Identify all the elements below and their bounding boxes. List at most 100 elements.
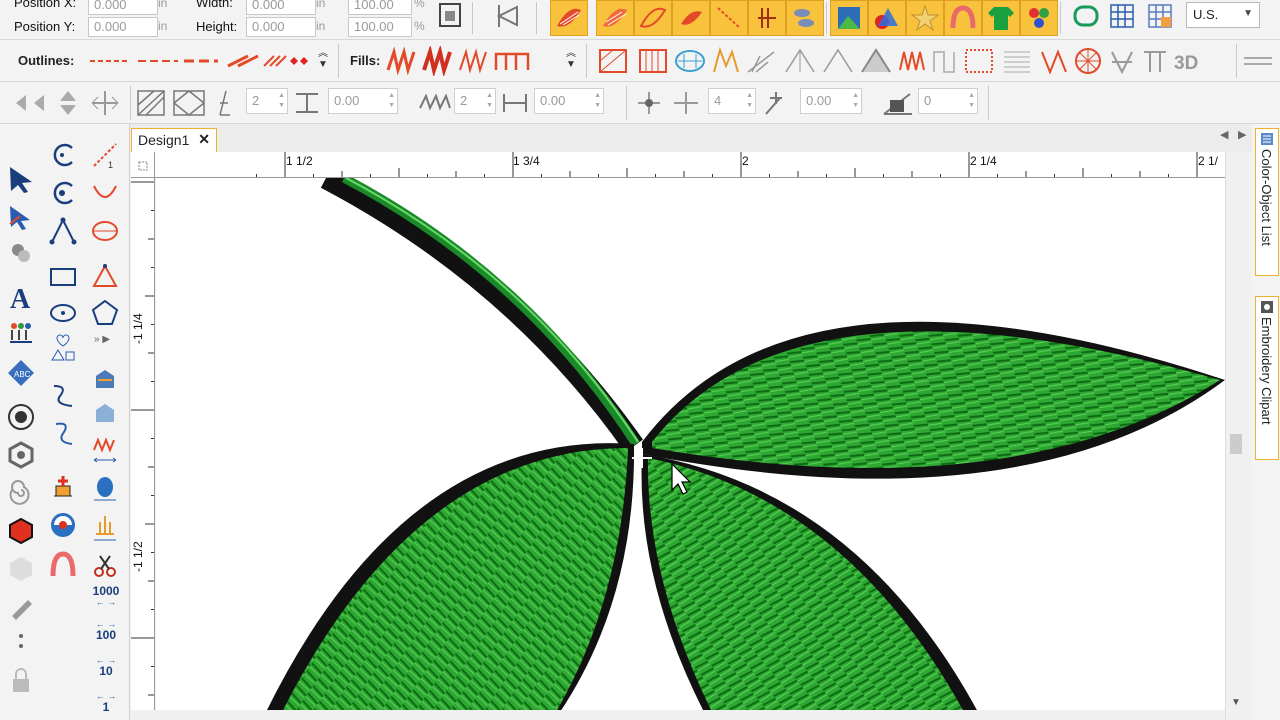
zigzag-stitch-icon[interactable] xyxy=(88,434,122,468)
arc-stitch-icon[interactable] xyxy=(88,176,122,210)
tab-scroll-right-icon[interactable]: ▶ xyxy=(1238,128,1246,141)
fill-styles-icon[interactable] xyxy=(384,46,534,76)
hexagon-outline-icon[interactable] xyxy=(4,438,38,472)
dots-icon[interactable] xyxy=(4,626,38,660)
leaf-outline-icon[interactable] xyxy=(634,0,672,36)
guidelines-icon[interactable] xyxy=(1144,0,1176,32)
node-icons[interactable] xyxy=(634,88,706,118)
select-arrow-icon[interactable] xyxy=(4,162,38,196)
applique-tool-icon[interactable] xyxy=(88,398,122,432)
tab-embroidery-clipart[interactable]: Embroidery Clipart xyxy=(1255,296,1279,460)
hexagon-fill-icon[interactable] xyxy=(4,514,38,548)
freehand-closed-icon[interactable] xyxy=(46,416,80,450)
shapes-icon[interactable] xyxy=(868,0,906,36)
star-icon[interactable] xyxy=(906,0,944,36)
picture-import-icon[interactable] xyxy=(830,0,868,36)
monogram-icon[interactable] xyxy=(4,316,38,350)
scrollbar-thumb[interactable] xyxy=(1230,434,1242,454)
envelope-icons[interactable] xyxy=(134,87,240,119)
width-field[interactable]: 0.000 xyxy=(246,0,316,15)
vertical-scrollbar[interactable]: ▼ xyxy=(1225,152,1245,720)
ellipse-icon[interactable] xyxy=(46,296,80,330)
bezier-curve-icon[interactable] xyxy=(46,138,80,172)
hoop-layout-icon[interactable] xyxy=(46,548,80,582)
color-balls-icon[interactable] xyxy=(1020,0,1058,36)
text-tool-icon[interactable]: A xyxy=(4,280,38,314)
ruler-horizontal-ticks xyxy=(256,152,1198,177)
angle-icon xyxy=(883,93,912,115)
polyline-icon[interactable] xyxy=(46,214,80,248)
satin-fill-icon[interactable] xyxy=(550,0,588,36)
needle-icon[interactable] xyxy=(88,512,122,546)
hexagon-gray-icon[interactable] xyxy=(4,552,38,586)
spiral-icon[interactable] xyxy=(4,476,38,510)
outline-more-icon[interactable]: ︽ ▼ xyxy=(318,44,328,70)
align-icon[interactable] xyxy=(492,0,524,32)
stitch-step-10[interactable]: ← → 10 xyxy=(88,656,124,679)
satin-column-icon[interactable] xyxy=(88,364,122,398)
close-icon[interactable]: ✕ xyxy=(198,131,210,148)
lettering-abc-icon[interactable]: ABC xyxy=(4,356,38,390)
clipart-icon xyxy=(1261,301,1273,313)
ruler-corner[interactable] xyxy=(131,152,155,178)
repeats-spinner[interactable]: 2 ▲ ▼ xyxy=(454,88,496,114)
lines-icon[interactable] xyxy=(1242,54,1274,68)
stitch-step-1000[interactable]: 1000 ← → xyxy=(88,584,124,607)
tatami-fill-icon[interactable] xyxy=(596,0,634,36)
run-stitch-icon[interactable] xyxy=(710,0,748,36)
scroll-down-icon[interactable]: ▼ xyxy=(1231,697,1241,708)
scissors-icon[interactable] xyxy=(88,550,122,584)
height-field[interactable]: 0.000 xyxy=(246,17,316,37)
position-y-field[interactable]: 0.000 xyxy=(88,17,158,37)
bead-icon[interactable] xyxy=(88,472,122,506)
pentagon-stitch-icon[interactable] xyxy=(88,296,122,330)
scale-height-field[interactable]: 100.00 xyxy=(348,17,412,37)
shape-library-icon[interactable] xyxy=(46,332,80,366)
photo-stitch-icon[interactable] xyxy=(46,508,80,542)
polygon-stitch-icon[interactable] xyxy=(88,260,122,294)
pencil-icon[interactable] xyxy=(4,590,38,624)
density-spinner[interactable]: 2 ▲ ▼ xyxy=(246,88,288,114)
units-select[interactable]: U.S. ▼ xyxy=(1186,2,1260,28)
target-icon[interactable] xyxy=(4,400,38,434)
reshape-arrow-icon[interactable] xyxy=(4,200,38,234)
mirror-rotate-icons[interactable] xyxy=(10,87,130,119)
tab-design1[interactable]: Design1 ✕ xyxy=(131,128,217,152)
circle-stitch-icon[interactable] xyxy=(88,214,122,248)
magic-wand-icon[interactable] xyxy=(4,236,38,270)
lock-icon[interactable] xyxy=(4,664,38,698)
position-x-field[interactable]: 0.000 xyxy=(88,0,158,15)
stitch-step-1[interactable]: ← → 1 xyxy=(88,692,124,715)
outline-styles-icon[interactable] xyxy=(88,48,314,74)
effects-toolbar-icons[interactable]: 3D xyxy=(596,46,1206,76)
fish-motif-icon[interactable] xyxy=(786,0,824,36)
nodes-spinner[interactable]: 4 ▲ ▼ xyxy=(708,88,756,114)
freehand-icon[interactable] xyxy=(46,378,80,412)
tab-scroll-left-icon[interactable]: ◀ xyxy=(1220,128,1228,141)
offset-spinner[interactable]: 0.00 ▲ ▼ xyxy=(800,88,862,114)
hoop-icon[interactable] xyxy=(944,0,982,36)
hoop-view-icon[interactable] xyxy=(1070,0,1102,32)
more-tools-icon[interactable]: » ▶ xyxy=(94,334,110,345)
dock-tab-label: Embroidery Clipart xyxy=(1259,317,1274,425)
pattern-fill-icon[interactable] xyxy=(672,0,710,36)
auto-digitize-icon[interactable] xyxy=(46,470,80,504)
spacing-value: 0.00 xyxy=(334,93,360,108)
lock-proportions-icon[interactable] xyxy=(434,0,466,32)
horizontal-scrollbar[interactable] xyxy=(131,710,1225,720)
scale-width-field[interactable]: 100.00 xyxy=(348,0,412,15)
closed-curve-icon[interactable] xyxy=(46,176,80,210)
fill-more-icon[interactable]: ︽ ▼ xyxy=(566,44,576,70)
rectangle-icon[interactable] xyxy=(46,260,80,294)
grid-icon[interactable] xyxy=(1106,0,1138,32)
applique-icon[interactable] xyxy=(748,0,786,36)
stitch-step-100[interactable]: ← → 100 xyxy=(88,620,124,643)
ruler-horizontal: 1 1/2 1 3/4 2 2 1/4 2 1/ xyxy=(155,152,1225,178)
design-canvas[interactable] xyxy=(156,178,1225,712)
spacing-spinner[interactable]: 0.00 ▲ ▼ xyxy=(328,88,398,114)
line-stitch-icon[interactable]: 1 xyxy=(88,138,122,172)
tab-color-object-list[interactable]: Color-Object List xyxy=(1255,128,1279,276)
width-spacing-spinner[interactable]: 0.00 ▲ ▼ xyxy=(534,88,604,114)
shirt-icon[interactable] xyxy=(982,0,1020,36)
angle-spinner[interactable]: 0 ▲ ▼ xyxy=(918,88,978,114)
